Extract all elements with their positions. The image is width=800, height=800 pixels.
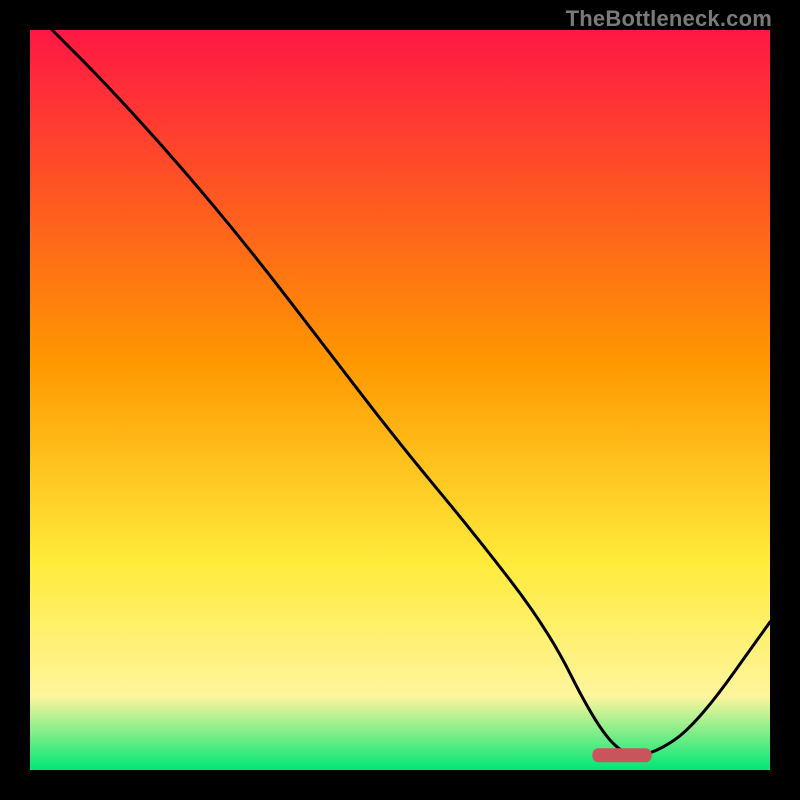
gradient-background bbox=[30, 30, 770, 770]
chart-frame: TheBottleneck.com bbox=[0, 0, 800, 800]
watermark-text: TheBottleneck.com bbox=[566, 6, 772, 32]
chart-svg bbox=[30, 30, 770, 770]
optimal-range-marker bbox=[592, 748, 651, 762]
plot-area bbox=[30, 30, 770, 770]
